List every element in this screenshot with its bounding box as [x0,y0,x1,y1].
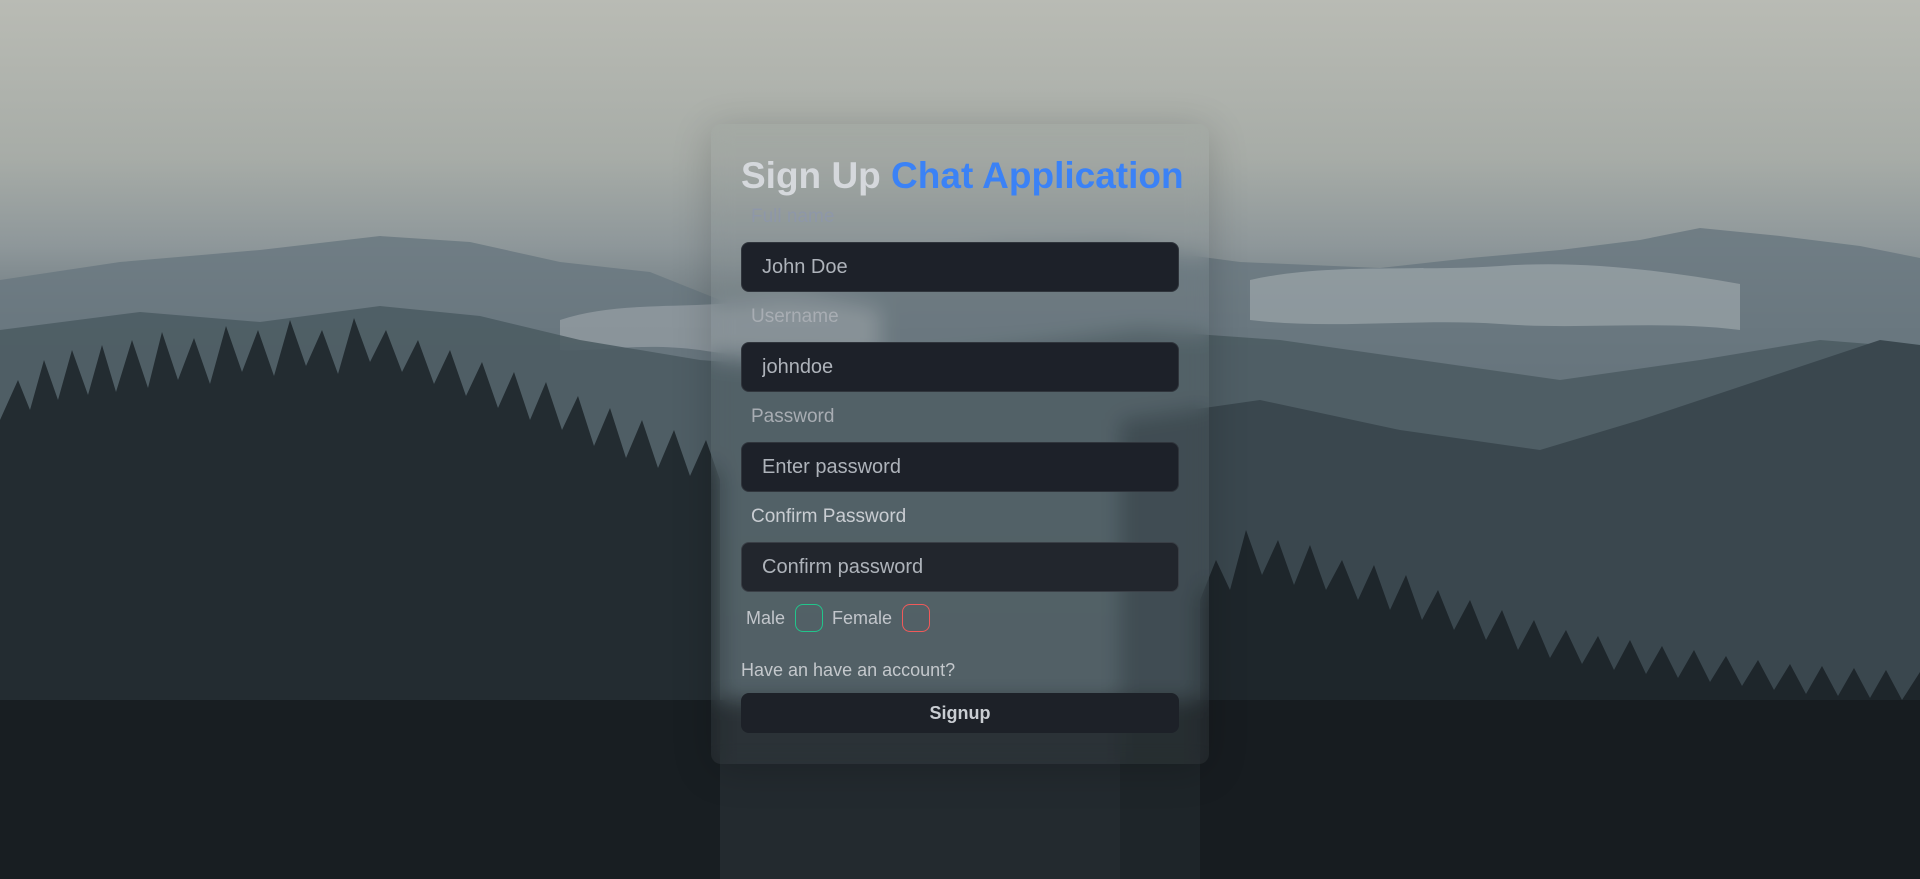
signup-button[interactable]: Signup [741,693,1179,733]
full-name-label: Full name [751,206,835,227]
username-label: Username [751,306,839,327]
password-input[interactable] [741,442,1179,492]
male-checkbox[interactable] [795,604,824,632]
title-accent: Chat Application [891,155,1184,196]
female-label: Female [832,607,893,628]
male-label: Male [746,607,786,628]
female-checkbox[interactable] [902,604,931,632]
gender-option-female[interactable]: Female [832,604,931,632]
gender-option-male[interactable]: Male [746,604,824,632]
confirm-password-input[interactable] [741,542,1179,592]
full-name-input[interactable] [741,242,1179,292]
username-input[interactable] [741,342,1179,392]
page-background: Sign Up Chat Application Full name Usern… [0,0,1920,879]
page-title: Sign Up Chat Application [741,152,1184,200]
confirm-password-label: Confirm Password [751,506,907,527]
signup-card: Sign Up Chat Application Full name Usern… [711,124,1209,764]
password-label: Password [751,406,835,427]
login-link[interactable]: Have an have an account? [741,660,1179,681]
title-prefix: Sign Up [741,155,881,196]
gender-selector: Male Female [741,602,1179,634]
